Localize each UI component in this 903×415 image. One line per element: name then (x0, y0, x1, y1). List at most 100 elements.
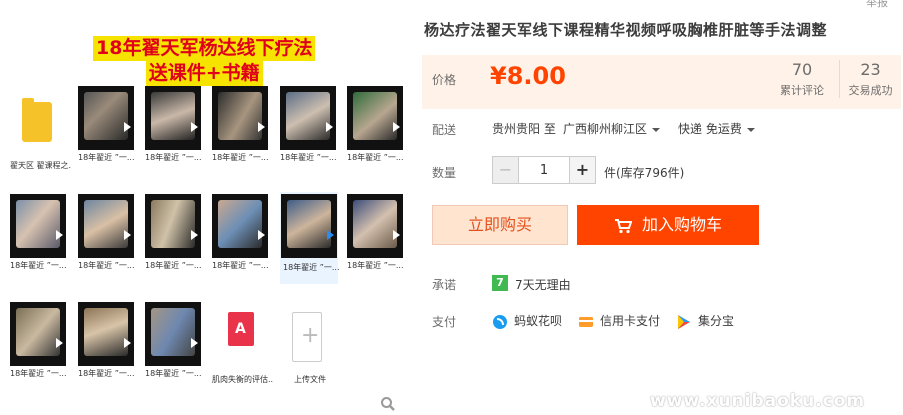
shipping-method-select[interactable]: 快递 免运费 (678, 120, 755, 137)
gallery-item-caption: 18年翟近 ”一... (10, 369, 67, 378)
pdf-icon (228, 312, 254, 346)
gallery-item-caption: 18年翟近 ”一... (212, 261, 269, 270)
watermark: www.xunibaoku.com (650, 391, 866, 411)
video-thumbnail (145, 194, 201, 258)
banner-line-1: 18年翟天军杨达线下疗法 (93, 36, 316, 61)
gallery-item-caption: 18年翟近 ”一... (145, 153, 202, 162)
gallery-item-caption: 18年翟近 ”一... (78, 369, 135, 378)
gallery-item-caption: 18年翟近 ”一... (78, 153, 135, 162)
play-icon (327, 230, 334, 240)
reviews-label: 累计评论 (780, 84, 824, 97)
gallery-item-caption: 18年翟近 ”一... (145, 369, 202, 378)
play-icon (56, 338, 63, 348)
gallery-item-caption: 18年翟近 ”一... (78, 261, 135, 270)
payment-method-label: 蚂蚁花呗 (514, 314, 563, 328)
video-thumbnail (347, 194, 403, 258)
chevron-down-icon (652, 127, 661, 132)
video-thumbnail (145, 86, 201, 150)
gallery-item-caption: 18年翟近 ”一... (347, 261, 404, 270)
credit-card-icon (579, 316, 593, 327)
chevron-down-icon (746, 127, 755, 132)
price-label: 价格 (432, 73, 457, 87)
payment-method-label: 信用卡支付 (600, 314, 661, 328)
gallery-item-caption: 18年翟近 ”一... (145, 261, 202, 270)
payment-label: 支付 (432, 315, 457, 329)
promise-text[interactable]: 7天无理由 (515, 276, 571, 293)
add-to-cart-label: 加入购物车 (641, 215, 722, 234)
plus-icon (292, 312, 322, 362)
cart-icon (614, 218, 632, 233)
payment-method-credit-card[interactable]: 信用卡支付 (578, 312, 660, 330)
play-icon (124, 122, 131, 132)
video-thumbnail (347, 86, 403, 150)
gallery-item-video[interactable]: 18年翟近 ”一... (10, 194, 67, 276)
payment-method-label: 集分宝 (698, 314, 735, 328)
gallery-item-caption: 18年翟近 ”一... (347, 153, 404, 162)
video-thumbnail (10, 194, 66, 258)
gallery-item-video[interactable]: 18年翟近 ”一... (145, 302, 202, 384)
video-thumbnail (78, 86, 134, 150)
reviews-stat[interactable]: 70 累计评论 (777, 60, 827, 98)
folder-icon (22, 98, 52, 142)
promise-label: 承诺 (432, 278, 457, 292)
reviews-count: 70 (791, 60, 813, 79)
gallery-item-video[interactable]: 18年翟近 ”一... (10, 302, 67, 384)
product-title: 杨达疗法翟天军线下课程精华视频呼吸胸椎肝脏等手法调整 (424, 21, 828, 39)
gallery-item-pdf[interactable]: 肌肉失衡的评估... (212, 302, 274, 384)
magnify-icon[interactable] (380, 396, 396, 412)
gallery-item-caption: 翟天区 翟课程之... (10, 161, 72, 170)
stock-text: 件(库存796件) (604, 166, 685, 180)
gallery-item-video[interactable]: 18年翟近 ”一... (78, 302, 135, 384)
play-icon (326, 122, 333, 132)
play-icon (191, 338, 198, 348)
gallery-item-caption: 18年翟近 ”一... (212, 153, 269, 162)
play-icon (191, 230, 198, 240)
video-thumbnail (212, 194, 268, 258)
deals-stat: 23 交易成功 (839, 60, 901, 98)
video-thumbnail (78, 194, 134, 258)
shipping-destination: 广西柳州柳江区 (563, 122, 648, 136)
payment-method-huabei[interactable]: 蚂蚁花呗 (492, 312, 562, 330)
play-icon (393, 122, 400, 132)
promo-banner: 18年翟天军杨达线下疗法 送课件+书籍 (93, 36, 316, 86)
quantity-increase-button[interactable]: + (569, 157, 595, 183)
gallery-item-video[interactable]: 18年翟近 ”一... (212, 194, 269, 276)
quantity-input[interactable] (520, 157, 568, 183)
price-panel: 价格 ¥8.00 70 累计评论 23 交易成功 (422, 55, 901, 109)
quantity-label: 数量 (432, 166, 457, 180)
video-thumbnail (10, 302, 66, 366)
add-to-cart-button[interactable]: 加入购物车 (577, 205, 759, 245)
quantity-decrease-button[interactable]: − (493, 157, 519, 183)
gallery-item-video[interactable]: 18年翟近 ”一... (78, 86, 135, 168)
gallery-item-video[interactable]: 18年翟近 ”一... (347, 194, 404, 276)
video-thumbnail (281, 194, 337, 258)
gallery-item-video-selected[interactable]: 18年翟近 ”一... (280, 192, 340, 284)
shipping-origin: 贵州贵阳 至 (492, 122, 556, 136)
huabei-icon (493, 314, 507, 329)
gallery-item-video[interactable]: 18年翟近 ”一... (78, 194, 135, 276)
price-value: ¥8.00 (490, 62, 566, 90)
seven-day-return-icon: 7 (492, 275, 508, 291)
play-icon (56, 230, 63, 240)
video-thumbnail (145, 302, 201, 366)
payment-method-jifenbao[interactable]: 集分宝 (676, 312, 734, 330)
video-thumbnail (212, 86, 268, 150)
deals-count: 23 (860, 60, 881, 79)
shipping-label: 配送 (432, 123, 457, 137)
banner-line-2: 送课件+书籍 (145, 61, 263, 86)
gallery-item-video[interactable]: 18年翟近 ”一... (145, 86, 202, 168)
gallery-item-video[interactable]: 18年翟近 ”一... (145, 194, 202, 276)
gallery-item-folder[interactable]: 翟天区 翟课程之... (10, 88, 72, 170)
shipping-destination-select[interactable]: 广西柳州柳江区 (563, 120, 661, 137)
play-icon (124, 230, 131, 240)
gallery-item-video[interactable]: 18年翟近 ”一... (280, 86, 337, 168)
gallery-item-caption: 上传文件 (294, 375, 326, 384)
video-thumbnail (280, 86, 336, 150)
gallery-item-video[interactable]: 18年翟近 ”一... (212, 86, 269, 168)
upload-file-button[interactable]: 上传文件 (280, 302, 336, 384)
report-link[interactable]: 举报 (866, 0, 888, 10)
jifenbao-icon (678, 314, 690, 329)
play-icon (258, 230, 265, 240)
gallery-item-video[interactable]: 18年翟近 ”一... (347, 86, 404, 168)
buy-now-button[interactable]: 立即购买 (432, 205, 568, 245)
